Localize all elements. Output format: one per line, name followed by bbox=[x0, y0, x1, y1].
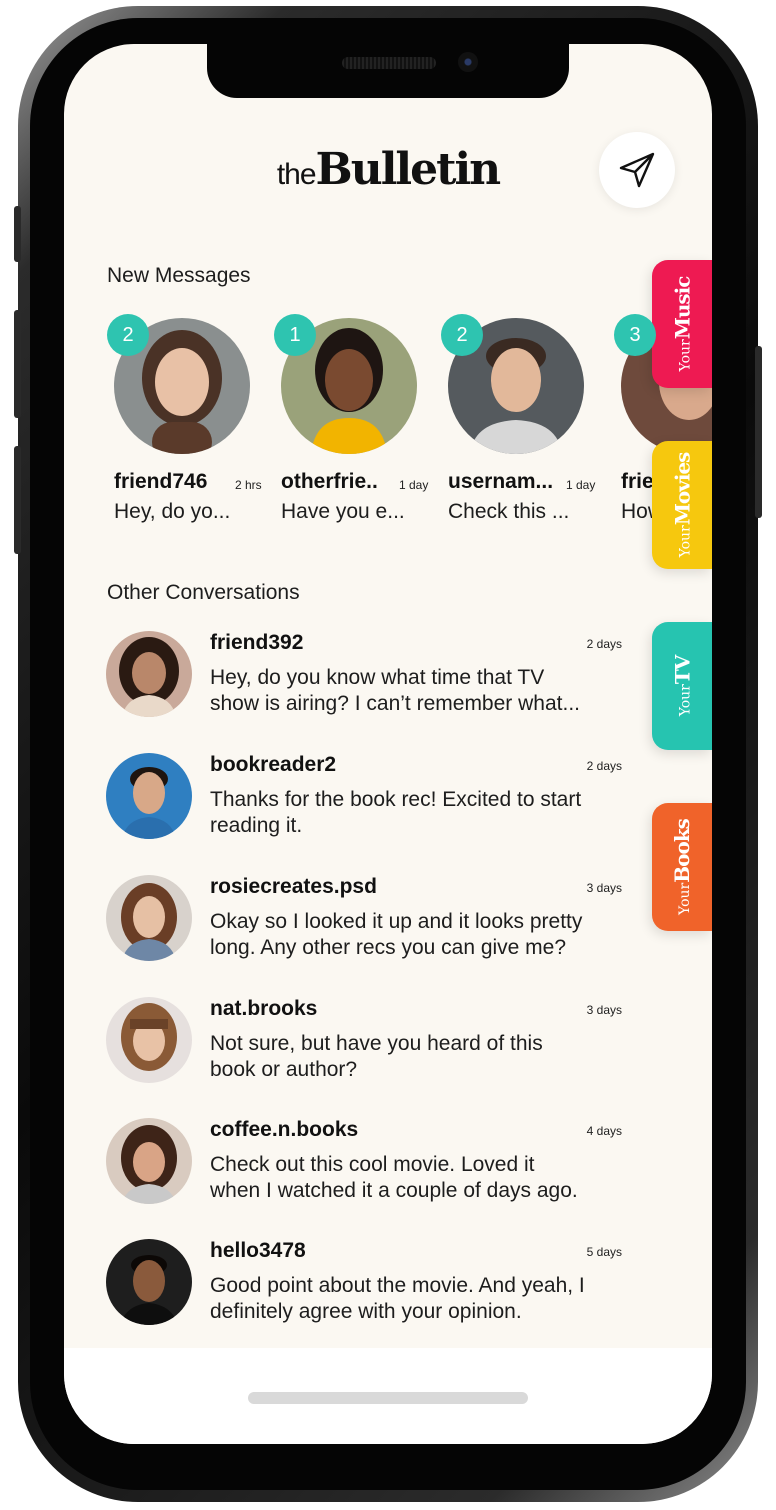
logo-main: Bulletin bbox=[315, 144, 502, 195]
tab-your-movies[interactable]: YourMovies bbox=[652, 441, 712, 569]
conversation-name: coffee.n.books bbox=[210, 1118, 359, 1141]
tab-your-books[interactable]: YourBooks bbox=[652, 803, 712, 931]
tab-label: YourMusic bbox=[670, 277, 694, 372]
conversation-item[interactable]: rosiecreates.psd 3 days Okay so I looked… bbox=[106, 875, 626, 975]
conversation-preview: Good point about the movie. And yeah, I d… bbox=[210, 1273, 640, 1325]
conversation-item[interactable]: coffee.n.books 4 days Check out this coo… bbox=[106, 1118, 626, 1218]
preview-line: definitely agree with your opinion. bbox=[210, 1300, 522, 1323]
tab-label-main: Movies bbox=[670, 452, 695, 526]
front-camera bbox=[458, 52, 478, 72]
conversation-time: 2 days bbox=[586, 759, 622, 773]
preview-line: Good point about the movie. And yeah, I bbox=[210, 1274, 585, 1297]
conversation-name: nat.brooks bbox=[210, 997, 318, 1020]
message-preview: Check this ... bbox=[448, 500, 570, 523]
tab-your-tv[interactable]: YourTV bbox=[652, 622, 712, 750]
avatar bbox=[106, 631, 192, 717]
unread-count-badge: 1 bbox=[274, 314, 316, 356]
tab-label-prefix: Your bbox=[677, 525, 694, 558]
message-time: 2 hrs bbox=[235, 478, 262, 492]
preview-line: Thanks for the book rec! Excited to star… bbox=[210, 788, 582, 811]
volume-down-button bbox=[14, 310, 21, 418]
home-indicator[interactable] bbox=[248, 1392, 528, 1404]
message-preview: Have you e... bbox=[281, 500, 405, 523]
mute-switch bbox=[14, 446, 21, 554]
conversation-item[interactable]: hello3478 5 days Good point about the mo… bbox=[106, 1239, 626, 1339]
unread-count-badge: 2 bbox=[441, 314, 483, 356]
compose-button[interactable] bbox=[599, 132, 675, 208]
preview-line: Check out this cool movie. Loved it bbox=[210, 1153, 535, 1176]
new-messages-title: New Messages bbox=[107, 264, 251, 287]
preview-line: Not sure, but have you heard of this bbox=[210, 1032, 543, 1055]
conversation-time: 3 days bbox=[586, 1003, 622, 1017]
avatar bbox=[106, 875, 192, 961]
speaker-grille bbox=[342, 57, 436, 69]
app-screen: theBulletin New Messages 2 friend746 2 h… bbox=[64, 44, 712, 1444]
friend-name: frie bbox=[621, 470, 654, 493]
avatar bbox=[106, 753, 192, 839]
conversation-item[interactable]: bookreader2 2 days Thanks for the book r… bbox=[106, 753, 626, 853]
conversation-name: rosiecreates.psd bbox=[210, 875, 377, 898]
avatar bbox=[106, 1239, 192, 1325]
avatar bbox=[106, 1118, 192, 1204]
logo-prefix: the bbox=[276, 158, 317, 191]
tab-label-prefix: Your bbox=[677, 684, 694, 717]
conversation-time: 2 days bbox=[586, 637, 622, 651]
conversation-time: 5 days bbox=[586, 1245, 622, 1259]
preview-line: show is airing? I can’t remember what... bbox=[210, 692, 580, 715]
conversation-item[interactable]: friend392 2 days Hey, do you know what t… bbox=[106, 631, 626, 731]
tab-label-prefix: Your bbox=[677, 882, 693, 915]
conversation-name: bookreader2 bbox=[210, 753, 337, 776]
preview-line: when I watched it a couple of days ago. bbox=[210, 1179, 578, 1202]
preview-line: book or author? bbox=[210, 1058, 358, 1081]
friend-name: otherfrie.. bbox=[281, 470, 378, 493]
friend-name: friend746 bbox=[114, 470, 208, 493]
tab-label: YourMovies bbox=[670, 453, 694, 558]
tab-label: YourTV bbox=[670, 656, 694, 717]
volume-up-button bbox=[14, 206, 21, 262]
tab-your-music[interactable]: YourMusic bbox=[652, 260, 712, 388]
preview-line: Okay so I looked it up and it looks pret… bbox=[210, 910, 583, 933]
conversation-preview: Okay so I looked it up and it looks pret… bbox=[210, 909, 640, 961]
tab-label-main: Books bbox=[670, 819, 694, 883]
conversation-preview: Not sure, but have you heard of this book… bbox=[210, 1031, 640, 1083]
conversation-preview: Thanks for the book rec! Excited to star… bbox=[210, 787, 640, 839]
preview-line: reading it. bbox=[210, 814, 303, 837]
other-conversations-title: Other Conversations bbox=[107, 581, 300, 604]
preview-line: Hey, do you know what time that TV bbox=[210, 666, 545, 689]
tab-label-main: Music bbox=[670, 276, 695, 340]
conversation-preview: Check out this cool movie. Loved it when … bbox=[210, 1152, 640, 1204]
unread-count-badge: 3 bbox=[614, 314, 656, 356]
friend-name: usernam... bbox=[448, 470, 554, 493]
conversation-time: 3 days bbox=[586, 881, 622, 895]
avatar bbox=[106, 997, 192, 1083]
send-icon bbox=[619, 152, 655, 188]
unread-count-badge: 2 bbox=[107, 314, 149, 356]
message-time: 1 day bbox=[399, 478, 429, 492]
message-time: 1 day bbox=[566, 478, 596, 492]
conversation-preview: Hey, do you know what time that TV show i… bbox=[210, 665, 640, 717]
power-button bbox=[755, 346, 762, 518]
tab-label-main: TV bbox=[670, 655, 695, 685]
conversation-name: friend392 bbox=[210, 631, 304, 654]
preview-line: long. Any other recs you can give me? bbox=[210, 936, 567, 959]
conversation-item[interactable]: nat.brooks 3 days Not sure, but have you… bbox=[106, 997, 626, 1097]
conversation-time: 4 days bbox=[586, 1124, 622, 1138]
tab-label: YourBooks bbox=[670, 819, 694, 915]
tab-label-prefix: Your bbox=[677, 339, 694, 372]
phone-notch bbox=[207, 44, 569, 98]
message-preview: Hey, do yo... bbox=[114, 500, 231, 523]
conversation-name: hello3478 bbox=[210, 1239, 306, 1262]
